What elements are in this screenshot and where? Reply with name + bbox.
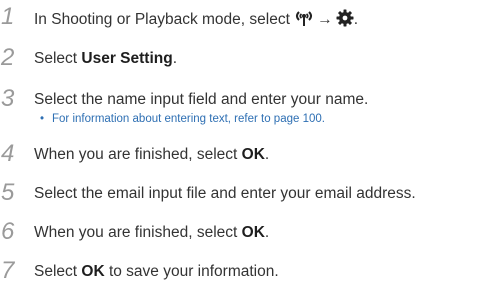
wifi-signal-icon bbox=[294, 10, 314, 32]
step-text: Select the email input file and enter yo… bbox=[34, 185, 416, 202]
step-text: Select OK to save your information. bbox=[34, 263, 279, 281]
step-text: When you are finished, select OK. bbox=[34, 146, 269, 164]
step-number: 1 bbox=[1, 3, 14, 30]
step-text: Select the name input field and enter yo… bbox=[34, 91, 369, 108]
ui-term-user-setting: User Setting bbox=[81, 50, 173, 67]
step-1: 1 In Shooting or Playback mode, select → bbox=[0, 3, 503, 33]
step-text-before: Select bbox=[34, 50, 82, 67]
step-text-after: . bbox=[353, 11, 359, 28]
step-number: 4 bbox=[1, 140, 14, 167]
settings-gear-icon bbox=[336, 9, 354, 32]
step-number: 2 bbox=[1, 44, 14, 71]
step-text: In Shooting or Playback mode, select → . bbox=[34, 9, 358, 32]
step-text: When you are finished, select OK. bbox=[34, 224, 269, 242]
step-4: 4 When you are finished, select OK. bbox=[0, 140, 503, 170]
step-5: 5 Select the email input file and enter … bbox=[0, 179, 503, 209]
step-text-after: to save your information. bbox=[104, 263, 279, 280]
step-note: • For information about entering text, re… bbox=[40, 112, 325, 126]
ui-term-ok: OK bbox=[241, 146, 265, 163]
step-6: 6 When you are finished, select OK. bbox=[0, 218, 503, 248]
step-number: 6 bbox=[1, 218, 14, 245]
step-2: 2 Select User Setting. bbox=[0, 44, 503, 74]
step-number: 5 bbox=[1, 179, 14, 206]
step-7: 7 Select OK to save your information. bbox=[0, 257, 503, 287]
step-text-before: When you are finished, select bbox=[34, 146, 242, 163]
step-text-before: When you are finished, select bbox=[34, 224, 242, 241]
step-text-before: Select bbox=[34, 263, 82, 280]
step-text-before: In Shooting or Playback mode, select bbox=[34, 11, 295, 28]
ui-term-ok: OK bbox=[241, 224, 265, 241]
arrow-glyph: → bbox=[317, 11, 333, 28]
step-text: Select User Setting. bbox=[34, 50, 177, 68]
bullet-glyph: • bbox=[40, 113, 45, 125]
ui-term-ok: OK bbox=[81, 263, 105, 280]
step-note-text: For information about entering text, ref… bbox=[52, 113, 325, 125]
step-text-after: . bbox=[264, 224, 270, 241]
step-number: 3 bbox=[1, 85, 14, 112]
step-number: 7 bbox=[1, 257, 14, 284]
step-3: 3 Select the name input field and enter … bbox=[0, 85, 503, 137]
step-text-after: . bbox=[264, 146, 270, 163]
step-text-after: . bbox=[172, 50, 178, 67]
